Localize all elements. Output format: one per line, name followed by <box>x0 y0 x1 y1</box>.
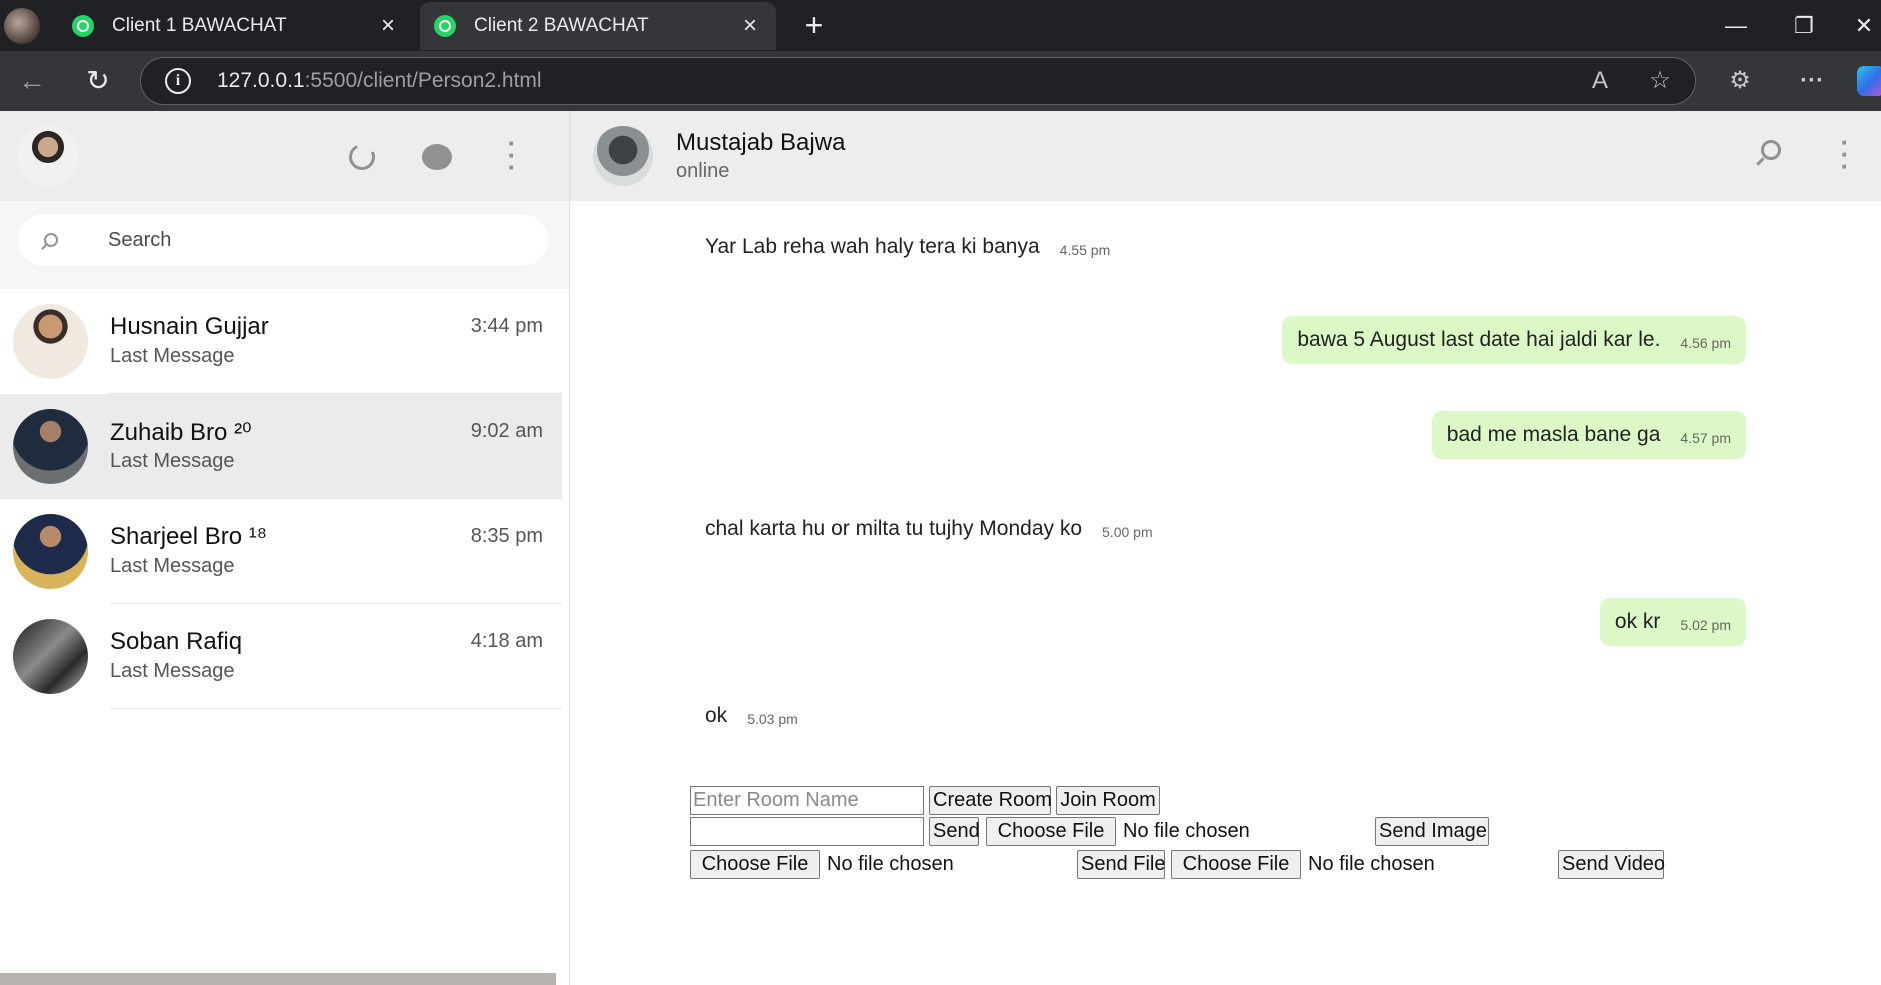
send-file-button[interactable]: Send File <box>1077 850 1166 879</box>
profile-avatar[interactable] <box>4 8 40 44</box>
choose-file-button[interactable]: Choose File <box>690 850 820 879</box>
search-box[interactable] <box>18 214 548 266</box>
tab-title: Client 2 BAWACHAT <box>474 15 649 36</box>
back-icon[interactable]: ← <box>14 63 50 99</box>
more-icon[interactable]: ··· <box>1794 63 1830 99</box>
minimize-icon[interactable]: — <box>1714 8 1758 44</box>
close-window-icon[interactable]: ✕ <box>1842 8 1881 44</box>
search-icon <box>44 233 58 247</box>
tab-client-1[interactable]: Client 1 BAWACHAT × <box>58 2 414 50</box>
restore-icon[interactable]: ❐ <box>1782 8 1826 44</box>
contact-last-message: Last Message <box>110 660 235 682</box>
horizontal-scrollbar[interactable] <box>0 973 556 985</box>
contact-item[interactable]: Sharjeel Bro ¹⁸ Last Message 8:35 pm <box>0 499 562 604</box>
whatsapp-icon <box>72 15 94 37</box>
message-incoming: chal karta hu or milta tu tujhy Monday k… <box>690 505 1168 553</box>
message-text: bad me masla bane ga <box>1446 423 1661 446</box>
divider <box>110 708 562 709</box>
contact-name: Sharjeel Bro ¹⁸ <box>110 523 267 550</box>
new-tab-icon[interactable]: + <box>796 8 832 44</box>
url-host: 127.0.0.1 <box>217 69 305 92</box>
contact-avatar <box>13 619 88 694</box>
contact-time: 9:02 am <box>470 420 543 442</box>
message-text: ok kr <box>1614 610 1661 633</box>
contact-avatar <box>13 514 88 589</box>
room-name-input[interactable] <box>690 786 924 815</box>
extensions-icon[interactable]: ⚙ <box>1722 63 1758 99</box>
menu-icon[interactable]: · · · <box>1825 129 1865 179</box>
close-icon[interactable]: × <box>376 12 400 40</box>
message-input[interactable] <box>690 817 924 846</box>
message-outgoing: bad me masla bane ga 4.57 pm <box>1431 411 1746 459</box>
image-file-status: No file chosen <box>1123 820 1250 842</box>
new-chat-icon[interactable] <box>417 137 457 177</box>
address-bar[interactable]: i 127.0.0.1:5500/client/Person2.html <box>140 57 1696 105</box>
video-file-status: No file chosen <box>1308 853 1435 875</box>
file-status: No file chosen <box>827 853 954 875</box>
close-icon[interactable]: × <box>738 12 762 40</box>
tab-client-2[interactable]: Client 2 BAWACHAT × <box>420 2 776 50</box>
send-video-button[interactable]: Send Video <box>1558 850 1665 879</box>
contact-item[interactable]: Husnain Gujjar Last Message 3:44 pm <box>0 289 562 394</box>
sidebar: ··· Husnain Gujjar Last Message 3:44 pm … <box>0 111 570 985</box>
message-incoming: ok 5.03 pm <box>690 692 813 740</box>
browser-toolbar: ← ↻ i 127.0.0.1:5500/client/Person2.html… <box>0 51 1881 111</box>
contact-name: Husnain Gujjar <box>110 313 269 340</box>
message-text: bawa 5 August last date hai jaldi kar le… <box>1297 328 1661 351</box>
peer-avatar[interactable] <box>593 126 653 186</box>
peer-status: online <box>676 160 730 182</box>
sidebar-header: · · · <box>0 111 569 201</box>
peer-name: Mustajab Bajwa <box>676 129 846 156</box>
status-icon[interactable] <box>342 137 382 177</box>
chat-app: ··· Husnain Gujjar Last Message 3:44 pm … <box>0 111 1881 985</box>
message-time: 4.56 pm <box>1680 335 1731 351</box>
contact-last-message: Last Message <box>110 555 235 577</box>
tab-title: Client 1 BAWACHAT <box>112 15 287 36</box>
contact-name: Zuhaib Bro ²⁰ <box>110 419 252 446</box>
send-image-button[interactable]: Send Image <box>1375 817 1489 846</box>
message-outgoing: bawa 5 August last date hai jaldi kar le… <box>1282 316 1746 364</box>
message-time: 5.03 pm <box>747 711 798 727</box>
search-input[interactable] <box>108 228 508 252</box>
search-bar <box>0 201 569 289</box>
site-info-icon[interactable]: i <box>165 68 191 94</box>
conversation-panel: Mustajab Bajwa online · · · Yar Lab reha w… <box>570 111 1881 985</box>
menu-icon[interactable]: · · · <box>492 130 532 180</box>
url-path: :5500/client/Person2.html <box>304 69 542 92</box>
copilot-icon[interactable] <box>1857 66 1881 96</box>
contact-time: 3:44 pm <box>470 315 543 337</box>
message-outgoing: ok kr 5.02 pm <box>1599 598 1746 646</box>
join-room-button[interactable]: Join Room <box>1056 786 1160 815</box>
message-text: ok <box>705 704 728 727</box>
search-icon[interactable] <box>1751 136 1791 176</box>
choose-video-button[interactable]: Choose File <box>1171 850 1301 879</box>
message-incoming: Yar Lab reha wah haly tera ki banya 4.55… <box>690 223 1126 271</box>
contact-last-message: Last Message <box>110 450 235 472</box>
reload-icon[interactable]: ↻ <box>80 63 116 99</box>
choose-image-button[interactable]: Choose File <box>986 817 1116 846</box>
favorite-star-icon[interactable]: ☆ <box>1642 63 1678 99</box>
conversation-header: Mustajab Bajwa online · · · <box>570 111 1881 201</box>
contact-avatar <box>13 409 88 484</box>
contact-name: Soban Rafiq <box>110 628 243 655</box>
whatsapp-icon <box>434 15 456 37</box>
contact-last-message: Last Message <box>110 345 235 367</box>
message-time: 4.57 pm <box>1680 430 1731 446</box>
url-text: 127.0.0.1:5500/client/Person2.html <box>217 69 542 93</box>
message-time: 5.02 pm <box>1680 617 1731 633</box>
create-room-button[interactable]: Create Room <box>929 786 1052 815</box>
message-text: chal karta hu or milta tu tujhy Monday k… <box>705 517 1083 540</box>
contact-item[interactable]: Soban Rafiq Last Message 4:18 am <box>0 604 562 709</box>
message-time: 5.00 pm <box>1102 524 1153 540</box>
my-avatar[interactable] <box>18 126 78 186</box>
read-aloud-icon[interactable]: A <box>1582 63 1618 99</box>
contact-time: 4:18 am <box>470 630 543 652</box>
contact-item[interactable]: Zuhaib Bro ²⁰ Last Message 9:02 am <box>0 394 562 499</box>
contact-avatar <box>13 304 88 379</box>
message-text: Yar Lab reha wah haly tera ki banya <box>705 235 1040 258</box>
message-time: 4.55 pm <box>1059 242 1111 258</box>
browser-tab-bar: Client 1 BAWACHAT × Client 2 BAWACHAT × … <box>0 0 1881 51</box>
send-button[interactable]: Send <box>929 817 980 846</box>
contact-time: 8:35 pm <box>470 525 543 547</box>
